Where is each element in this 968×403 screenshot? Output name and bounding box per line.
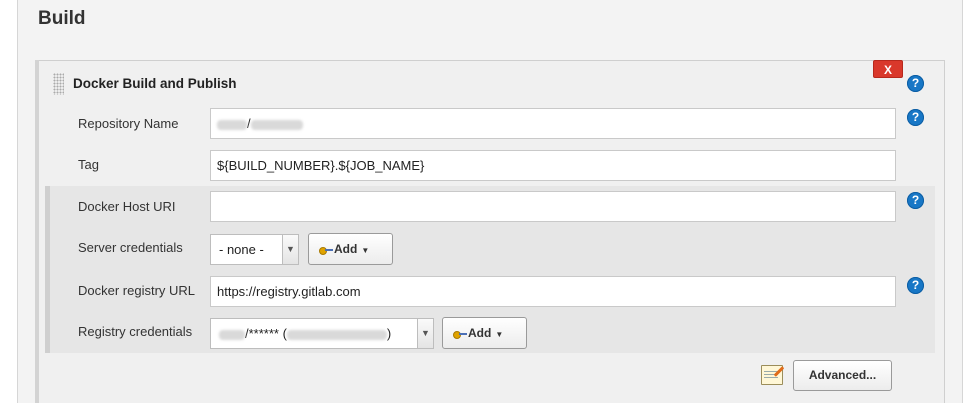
repository-name-label: Repository Name [78,116,179,131]
chevron-down-icon[interactable]: ▼ [282,235,298,264]
caret-down-icon: ▼ [361,246,370,255]
repository-name-input[interactable]: / [210,108,896,139]
docker-registry-url-label: Docker registry URL [78,283,196,298]
registry-credentials-select[interactable]: /****** () ▼ [210,318,434,349]
delete-step-button[interactable]: X [873,60,903,78]
chevron-down-icon[interactable]: ▼ [417,319,433,348]
redacted-text [219,329,245,340]
step-help-icon[interactable]: ? [907,75,924,92]
redacted-text [286,329,387,340]
redacted-text [250,119,303,130]
registry-credentials-add-button[interactable]: Add ▼ [442,317,527,349]
docker-host-uri-label: Docker Host URI [78,199,176,214]
notepad-icon[interactable] [761,365,783,385]
registry-credentials-suffix: ) [386,326,392,341]
section-title: Build [38,8,86,29]
tag-label: Tag [78,157,99,172]
drag-handle-icon[interactable] [53,73,64,95]
add-label: Add [468,326,492,340]
add-label: Add [334,242,358,256]
caret-down-icon: ▼ [495,330,504,339]
registry-credentials-selected: /****** ( [245,326,287,341]
key-icon [319,246,333,255]
docker-registry-url-help-icon[interactable]: ? [907,277,924,294]
advanced-button[interactable]: Advanced... [793,360,892,391]
repository-name-help-icon[interactable]: ? [907,109,924,126]
docker-registry-url-input[interactable]: https://registry.gitlab.com [210,276,896,307]
step-title: Docker Build and Publish [73,76,237,91]
server-credentials-add-button[interactable]: Add ▼ [308,233,393,265]
registry-credentials-label: Registry credentials [78,324,193,339]
docker-server-block-border [45,186,50,353]
server-credentials-label: Server credentials [78,240,183,255]
redacted-text [217,119,247,130]
docker-host-uri-help-icon[interactable]: ? [907,192,924,209]
docker-host-uri-input[interactable] [210,191,896,222]
key-icon [453,330,467,339]
step-left-border [35,60,39,403]
tag-input[interactable]: ${BUILD_NUMBER}.${JOB_NAME} [210,150,896,181]
server-credentials-select[interactable]: - none - ▼ [210,234,299,265]
server-credentials-selected: - none - [219,242,264,257]
